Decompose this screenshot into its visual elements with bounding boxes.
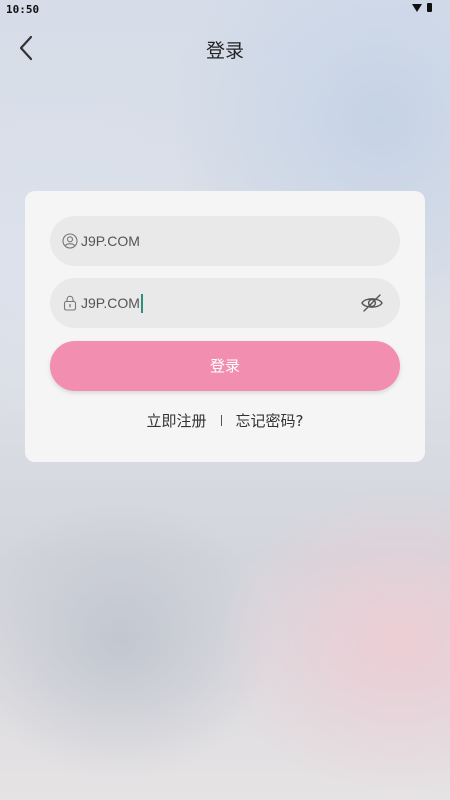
login-button[interactable]: 登录 (50, 341, 400, 391)
password-input[interactable]: J9P.COM (81, 278, 143, 328)
status-bar: 10:50 (0, 0, 450, 20)
forgot-password-link[interactable]: 忘记密码? (236, 410, 304, 431)
status-time: 10:50 (6, 3, 40, 16)
link-divider (220, 415, 222, 426)
username-input[interactable]: J9P.COM (81, 216, 140, 266)
battery-icon (427, 3, 432, 12)
username-field[interactable]: J9P.COM (50, 216, 400, 266)
login-card: J9P.COM J9P.COM 登录 立即注册 忘记密码? (25, 191, 425, 462)
wifi-icon (412, 3, 422, 12)
login-screen: 10:50 登录 J9P.COM J9P.COM 登录 立即注册 忘记密码? (0, 0, 450, 800)
password-field[interactable]: J9P.COM (50, 278, 400, 328)
text-caret (140, 293, 143, 313)
password-value: J9P.COM (81, 295, 140, 311)
register-link[interactable]: 立即注册 (147, 410, 207, 431)
app-header: 登录 (0, 28, 450, 68)
page-title: 登录 (205, 40, 244, 62)
status-icons (412, 3, 432, 12)
user-circle-icon (62, 233, 78, 249)
eye-off-icon[interactable] (360, 291, 384, 315)
auth-links: 立即注册 忘记密码? (25, 410, 425, 431)
lock-icon (63, 295, 77, 311)
